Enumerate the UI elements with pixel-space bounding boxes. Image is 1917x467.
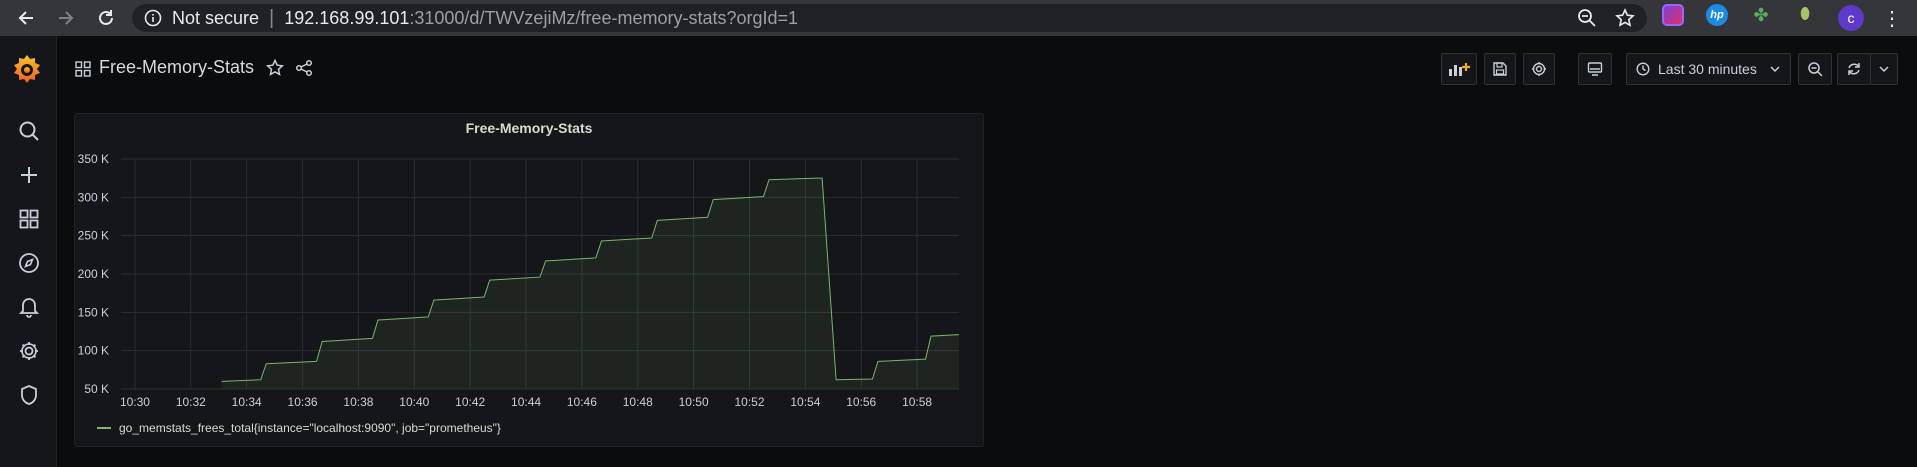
dashboard-settings-button[interactable] [1523,53,1555,85]
forward-icon[interactable] [52,4,80,32]
android-extension-icon[interactable]: ⬮ [1794,4,1816,26]
save-dashboard-button[interactable] [1484,53,1516,85]
dashboards-icon[interactable] [16,206,42,232]
profile-avatar[interactable]: c [1838,5,1864,31]
clock-icon [1636,62,1650,76]
back-icon[interactable] [12,4,40,32]
y-tick-label: 150 K [78,305,109,319]
server-admin-shield-icon[interactable] [16,382,42,408]
grafana-logo-icon[interactable] [12,53,42,90]
info-icon[interactable] [144,9,162,27]
graph-panel[interactable]: Free-Memory-Stats 50 K 100 K 150 K 200 K 250… [74,113,984,447]
x-tick-label: 10:32 [176,395,206,409]
url-host: 192.168.99.101 [284,7,410,28]
x-tick-label: 10:30 [120,395,150,409]
security-label: Not secure [172,7,260,28]
time-range-label: Last 30 minutes [1658,61,1757,77]
x-tick-label: 10:56 [846,395,876,409]
extensions-area: hp ✤ ⬮ [1662,4,1816,26]
search-icon[interactable] [16,118,42,144]
legend-series-swatch [97,427,111,429]
zoom-out-button[interactable] [1798,53,1832,85]
legend-series-label[interactable]: go_memstats_frees_total{instance="localh… [119,421,501,435]
dashboard-header: Free-Memory-Stats Last 30 minutes [57,36,1917,102]
x-tick-label: 10:48 [623,395,653,409]
x-tick-label: 10:40 [399,395,429,409]
chart-legend[interactable]: go_memstats_frees_total{instance="localh… [97,421,501,435]
zoom-icon[interactable] [1577,8,1597,28]
add-panel-icon [1449,63,1470,76]
tv-monitor-icon [1587,62,1603,76]
frog-extension-icon[interactable]: ✤ [1750,4,1772,26]
dashboard-grid-icon [75,61,91,77]
y-tick-label: 100 K [78,344,109,358]
x-tick-label: 10:36 [288,395,318,409]
settings-gear-icon [1532,62,1546,76]
share-icon[interactable] [295,59,313,77]
create-plus-icon[interactable] [16,162,42,188]
chevron-down-icon [1770,66,1780,73]
y-tick-label: 300 K [78,190,109,204]
side-menu [0,36,57,467]
refresh-icon [1848,63,1860,75]
mark-favorite-star-icon[interactable] [266,59,284,77]
time-range-picker[interactable]: Last 30 minutes [1626,53,1791,85]
explore-compass-icon[interactable] [16,250,42,276]
url-path: :31000/d/TWVzejiMz/free-memory-stats?org… [409,7,799,28]
x-tick-label: 10:34 [232,395,262,409]
x-tick-label: 10:46 [567,395,597,409]
add-panel-button[interactable] [1441,53,1477,85]
instagram-extension-icon[interactable] [1662,4,1684,26]
cycle-view-mode-button[interactable] [1578,53,1612,85]
x-tick-label: 10:58 [902,395,932,409]
y-tick-label: 50 K [84,382,109,396]
browser-menu-icon[interactable]: ⋮ [1882,6,1902,31]
save-icon [1493,62,1507,76]
refresh-button[interactable] [1837,53,1871,85]
x-tick-label: 10:52 [734,395,764,409]
y-tick-label: 350 K [78,152,109,166]
x-tick-label: 10:38 [343,395,373,409]
y-tick-label: 250 K [78,229,109,243]
x-tick-label: 10:54 [790,395,820,409]
browser-toolbar: Not secure | 192.168.99.101:31000/d/TWVz… [0,0,1917,36]
hp-extension-icon[interactable]: hp [1706,4,1728,26]
configuration-gear-icon[interactable] [16,338,42,364]
series-area [221,178,959,389]
chevron-down-icon [1879,66,1889,73]
y-tick-label: 200 K [78,267,109,281]
alerting-bell-icon[interactable] [16,294,42,320]
zoom-out-icon [1808,62,1823,77]
address-bar[interactable]: Not secure | 192.168.99.101:31000/d/TWVz… [132,4,1647,32]
bookmark-star-icon[interactable] [1615,8,1635,28]
refresh-interval-dropdown[interactable] [1870,53,1898,85]
time-series-chart[interactable]: 50 K 100 K 150 K 200 K 250 K 300 K 350 K 10:30 1… [75,114,983,414]
reload-icon[interactable] [92,4,120,32]
x-tick-label: 10:42 [455,395,485,409]
x-tick-label: 10:50 [679,395,709,409]
url-separator: | [269,6,275,29]
dashboard-title[interactable]: Free-Memory-Stats [99,57,254,78]
x-tick-label: 10:44 [511,395,541,409]
